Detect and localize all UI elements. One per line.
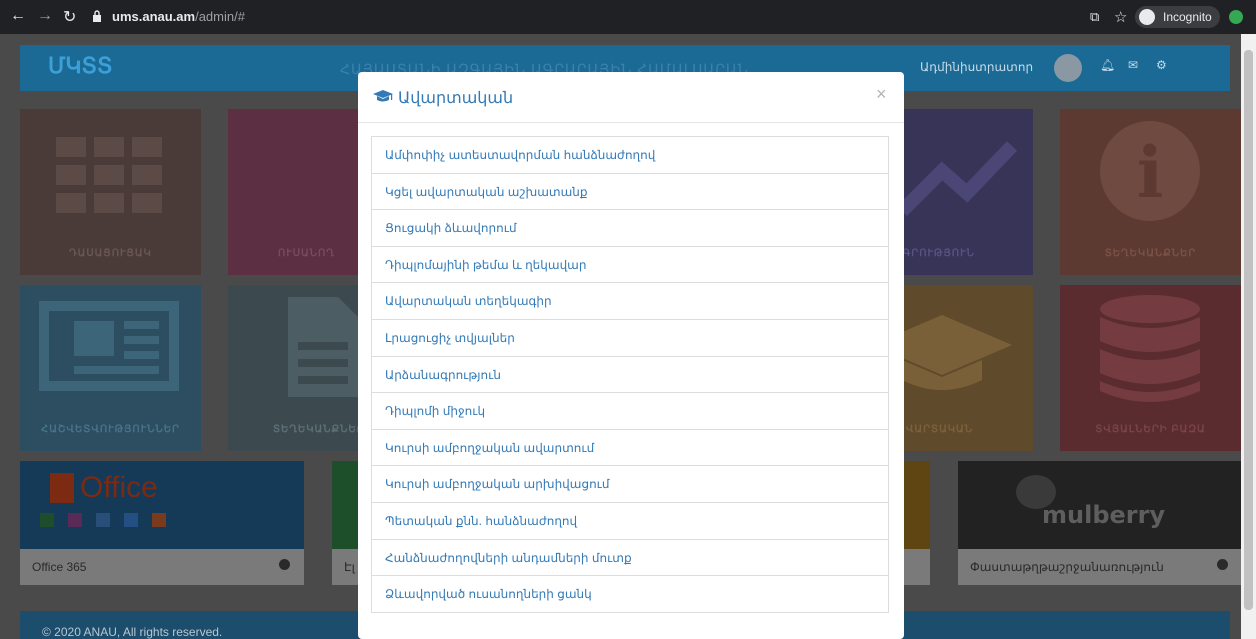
update-icon[interactable] — [1229, 10, 1243, 24]
scrollbar-thumb[interactable] — [1244, 50, 1253, 610]
tile-database[interactable]: ՏՎՅԱԼՆԵՐԻ ԲԱԶԱ — [1060, 285, 1241, 451]
list-item[interactable]: Դիպլոմի միջուկ — [371, 392, 889, 430]
arrow-circle-right-icon — [1217, 559, 1228, 570]
list-item[interactable]: Դիպլոմայինի թեմա և ղեկավար — [371, 245, 889, 284]
tile-label: Փաստաթղթաշրջանառություն — [970, 560, 1164, 574]
modal-title: Ավարտական — [398, 90, 514, 107]
modal-menu-list: Ամփոփիչ ատեստավորման հանձնաժողով Կցել ավ… — [371, 136, 889, 613]
mulberry-logo-text: mulberry — [1042, 501, 1166, 529]
trend-up-icon — [902, 141, 1018, 216]
onenote-icon — [68, 513, 82, 527]
info-icon: i — [1100, 121, 1200, 221]
back-arrow-icon[interactable]: ← — [10, 7, 26, 25]
document-icon — [288, 297, 358, 397]
list-item[interactable]: Պետական քնն. հանձնաժողով — [371, 501, 889, 540]
translate-icon[interactable]: ⧉ — [1090, 9, 1099, 25]
modal-header: Ավարտական × — [358, 72, 904, 123]
tile-footer — [904, 549, 930, 585]
user-role[interactable]: Ադմինիստրատոր — [920, 60, 1033, 74]
graduation-cap-icon — [373, 90, 393, 102]
database-icon — [1100, 295, 1200, 402]
tile-footer: Փաստաթղթաշրջանառություն — [958, 549, 1241, 585]
grid-icon — [56, 137, 162, 213]
incognito-badge[interactable]: Incognito — [1135, 6, 1220, 28]
tile-schedule[interactable]: ԴԱՍԱՑՈՒՑԱԿ — [20, 109, 201, 275]
list-item[interactable]: Կուրսի ամբողջական ավարտում — [371, 428, 889, 467]
tile-label: Էլ — [344, 560, 355, 574]
url-path: /admin/# — [195, 9, 245, 24]
address-bar[interactable]: ums.anau.am/admin/# — [112, 9, 245, 24]
url-host: ums.anau.am — [112, 9, 196, 24]
browser-toolbar: ← → ↻ ums.anau.am/admin/# ⧉ ☆ Incognito — [0, 0, 1256, 34]
tile-partial[interactable] — [904, 461, 930, 585]
tile-label: ԴԱՍԱՑՈՒՑԱԿ — [69, 248, 152, 259]
list-item[interactable]: Կուրսի ամբողջական արխիվացում — [371, 465, 889, 503]
list-item[interactable]: Ցուցակի ձևավորում — [371, 209, 889, 247]
list-item[interactable]: Հանձնաժողովների անդամների մուտք — [371, 538, 889, 577]
powerpoint-icon — [152, 513, 166, 527]
graduation-modal: Ավարտական × Ամփոփիչ ատեստավորման հանձնաժ… — [358, 72, 904, 639]
tile-info[interactable]: i ՏԵՂԵԿԱՆՔՆԵՐ — [1060, 109, 1241, 275]
tile-reports[interactable]: ՀԱՇՎԵՏՎՈՒԹՅՈՒՆՆԵՐ — [20, 285, 201, 451]
office-apps-icons — [40, 513, 210, 527]
reload-icon[interactable]: ↻ — [63, 7, 76, 27]
copyright-text: © 2020 ANAU, All rights reserved. — [42, 625, 223, 639]
list-item[interactable]: Ավարտական տեղեկագիր — [371, 282, 889, 320]
tile-label: Office 365 — [32, 560, 87, 574]
close-button[interactable]: × — [876, 84, 887, 105]
incognito-icon — [1139, 9, 1155, 25]
tile-email[interactable]: Էլ — [332, 461, 358, 585]
tile-label: ՏՎՅԱԼՆԵՐԻ ԲԱԶԱ — [1095, 424, 1206, 435]
page-scrollbar[interactable] — [1241, 34, 1256, 639]
tile-label: ՏԵՂԵԿԱՆՔՆԵՐ — [1104, 248, 1197, 259]
incognito-label: Incognito — [1163, 10, 1212, 24]
tile-footer: Office 365 — [20, 549, 304, 585]
list-item[interactable]: Ձևավորված ուսանողների ցանկ — [371, 575, 889, 613]
list-item[interactable]: Կցել ավարտական աշխատանք — [371, 172, 889, 211]
excel-icon — [40, 513, 54, 527]
lock-icon — [93, 10, 101, 22]
office-logo-icon — [50, 473, 74, 503]
tile-label: ՀԱՇՎԵՏՎՈՒԹՅՈՒՆՆԵՐ — [41, 424, 180, 435]
outlook-icon — [96, 513, 110, 527]
forward-arrow-icon[interactable]: → — [37, 7, 53, 25]
tile-footer: Էլ — [332, 549, 358, 585]
word-icon — [124, 513, 138, 527]
gear-icon[interactable]: ⚙ — [1156, 59, 1168, 71]
list-item[interactable]: Ամփոփիչ ատեստավորման հանձնաժողով — [371, 136, 889, 174]
page-backdrop: ՄԿՏՏ ՀԱՅԱՍՏԱՆԻ ԱԶԳԱՅԻՆ ԱԳՐԱՐԱՅԻՆ ՀԱՄԱԼՍԱ… — [0, 34, 1241, 639]
newspaper-icon — [39, 301, 179, 391]
avatar[interactable] — [1054, 54, 1082, 82]
list-item[interactable]: Լրացուցիչ տվյալներ — [371, 318, 889, 357]
tile-office365[interactable]: Office Office 365 — [20, 461, 304, 585]
office-logo-text: Office — [80, 471, 158, 504]
bell-icon[interactable]: 🔔︎ — [1100, 59, 1115, 71]
list-item[interactable]: Արձանագրություն — [371, 355, 889, 394]
site-logo[interactable]: ՄԿՏՏ — [48, 53, 113, 79]
envelope-icon[interactable]: ✉ — [1128, 59, 1140, 71]
bookmark-star-icon[interactable]: ☆ — [1114, 8, 1127, 26]
arrow-circle-right-icon — [279, 559, 290, 570]
tile-mulberry[interactable]: mulberry Փաստաթղթաշրջանառություն — [958, 461, 1241, 585]
